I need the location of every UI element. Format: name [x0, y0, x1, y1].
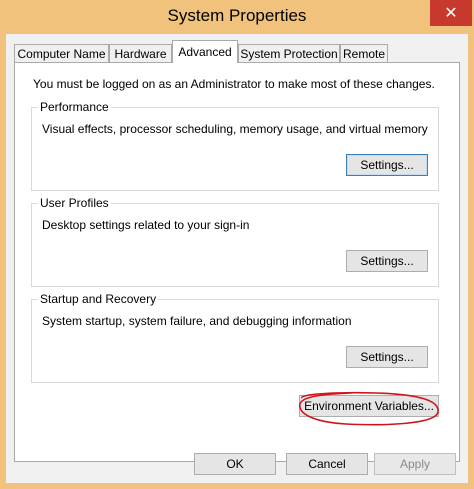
user-profiles-group: User Profiles Desktop settings related t… — [31, 196, 439, 287]
tab-hardware[interactable]: Hardware — [109, 44, 172, 62]
title-bar[interactable]: System Properties ✕ — [0, 0, 474, 34]
user-profiles-title: User Profiles — [38, 196, 111, 210]
tab-remote[interactable]: Remote — [340, 44, 388, 62]
dialog-client-area: Computer Name Hardware Advanced System P… — [6, 34, 468, 483]
system-properties-window: System Properties ✕ Computer Name Hardwa… — [0, 0, 474, 489]
startup-recovery-group: Startup and Recovery System startup, sys… — [31, 292, 439, 383]
environment-variables-button[interactable]: Environment Variables... — [299, 395, 439, 417]
tab-computer-name[interactable]: Computer Name — [14, 44, 109, 62]
advanced-tab-panel: You must be logged on as an Administrato… — [14, 62, 460, 462]
admin-note: You must be logged on as an Administrato… — [33, 77, 435, 91]
performance-description: Visual effects, processor scheduling, me… — [42, 122, 428, 136]
startup-recovery-title: Startup and Recovery — [38, 292, 159, 306]
cancel-button[interactable]: Cancel — [286, 453, 368, 475]
ok-button[interactable]: OK — [194, 453, 276, 475]
performance-settings-button[interactable]: Settings... — [346, 154, 428, 176]
window-title: System Properties — [167, 6, 307, 25]
user-profiles-settings-button[interactable]: Settings... — [346, 250, 428, 272]
startup-recovery-settings-button[interactable]: Settings... — [346, 346, 428, 368]
startup-recovery-description: System startup, system failure, and debu… — [42, 314, 352, 328]
tab-advanced[interactable]: Advanced — [172, 40, 238, 63]
performance-title: Performance — [38, 100, 111, 114]
user-profiles-description: Desktop settings related to your sign-in — [42, 218, 250, 232]
close-icon: ✕ — [444, 5, 458, 22]
performance-group: Performance Visual effects, processor sc… — [31, 100, 439, 191]
tab-system-protection[interactable]: System Protection — [238, 44, 340, 62]
close-button[interactable]: ✕ — [430, 0, 472, 26]
apply-button[interactable]: Apply — [374, 453, 456, 475]
